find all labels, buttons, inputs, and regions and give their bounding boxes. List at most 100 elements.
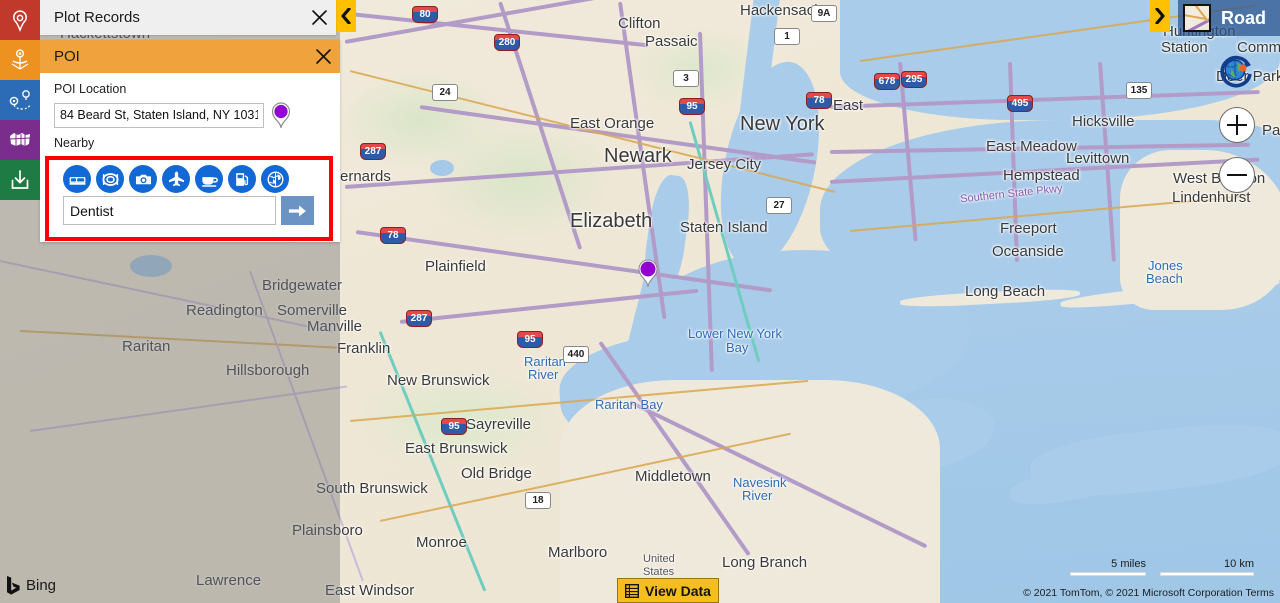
nearby-category-airport[interactable]: [162, 165, 190, 193]
poi-location-label: POI Location: [54, 82, 127, 96]
nearby-category-row: [63, 165, 323, 193]
map-highway-shield: 287: [360, 143, 386, 160]
scale-km-bar: [1160, 572, 1254, 576]
map-highway-shield: 295: [901, 71, 927, 88]
globe-locate-icon: [1220, 55, 1252, 88]
poi-location-input[interactable]: [54, 102, 264, 128]
map-place-label: Plainfield: [425, 258, 486, 275]
camera-icon: [135, 174, 151, 184]
map-highway-shield: 24: [432, 84, 458, 101]
nearby-category-gas-station[interactable]: [228, 165, 256, 193]
arrow-right-icon: [288, 204, 306, 217]
map-place-label: Elizabeth: [570, 210, 653, 232]
plot-records-close-button[interactable]: [302, 1, 336, 35]
nearby-search-highlight-box: [45, 156, 333, 241]
restaurant-icon: [102, 172, 118, 186]
map-highway-shield: 440: [563, 346, 589, 363]
map-place-label: United: [643, 553, 675, 565]
view-data-button[interactable]: View Data: [617, 578, 719, 603]
nearby-search-row: [63, 196, 323, 225]
map-water-label: Lower New York: [688, 326, 782, 341]
map-place-label: Franklin: [337, 340, 391, 357]
bing-logo[interactable]: Bing: [6, 576, 56, 595]
nearby-search-input[interactable]: [63, 196, 276, 225]
map-highway-shield: 80: [412, 6, 438, 23]
map-highway-shield: 9A: [811, 5, 837, 22]
bing-logo-icon: [7, 576, 20, 595]
airplane-icon: [168, 171, 184, 186]
poi-location-marker[interactable]: [637, 258, 659, 288]
map-highway-shield: 495: [1007, 95, 1033, 112]
map-application: Hackensack Clifton Passaic East Orange Newar…: [0, 0, 1280, 603]
nearby-category-attraction[interactable]: [129, 165, 157, 193]
map-place-label: Park: [1262, 122, 1280, 139]
map-place-label: New York: [740, 113, 825, 135]
map-water-label: Raritan Bay: [595, 397, 663, 412]
map-highway-shield: 678: [874, 73, 900, 90]
route-pins-icon: [9, 90, 31, 110]
poi-location-row: [54, 101, 328, 129]
zoom-in-button[interactable]: [1219, 107, 1255, 143]
map-highway-shield: 3: [673, 70, 699, 87]
map-place-label: Middletown: [635, 468, 711, 485]
map-place-label: Passaic: [645, 33, 698, 50]
location-pin-icon: [13, 10, 27, 32]
map-place-label: Newark: [604, 145, 672, 167]
map-place-label: East Brunswick: [405, 440, 508, 457]
map-place-label: Monroe: [416, 534, 467, 551]
view-data-label: View Data: [645, 582, 711, 599]
map-place-label: Long Branch: [722, 554, 808, 571]
map-place-label: Oceanside: [992, 243, 1064, 260]
plot-records-panel: Plot Records: [40, 0, 336, 35]
scale-miles-label: 5 miles: [1111, 558, 1146, 570]
map-style-selector[interactable]: Road: [1178, 0, 1280, 36]
nearby-category-hotel[interactable]: [63, 165, 91, 193]
nearby-category-other[interactable]: [261, 165, 289, 193]
poi-nearby-label: Nearby: [54, 136, 95, 150]
map-place-label: Marlboro: [548, 544, 608, 561]
scale-km: 10 km: [1160, 558, 1254, 576]
map-place-label: Old Bridge: [461, 465, 532, 482]
sidebar-item-download[interactable]: [0, 160, 40, 200]
zoom-out-button[interactable]: [1219, 157, 1255, 193]
map-water-label: River: [742, 488, 773, 503]
sidebar-item-poi[interactable]: [0, 40, 40, 80]
poi-globe-pin-icon: [11, 49, 29, 70]
map-water-label: Beach: [1146, 271, 1183, 286]
poi-close-button[interactable]: [306, 40, 340, 74]
close-icon: [311, 10, 327, 25]
map-place-label: Freeport: [1000, 220, 1057, 237]
map-place-label: East Meadow: [986, 138, 1077, 155]
scale-miles-bar: [1070, 572, 1146, 576]
map-highway-shield: 18: [525, 492, 551, 509]
collapse-panel-button[interactable]: [336, 0, 356, 32]
map-highway-shield: 78: [380, 227, 406, 244]
map-highway-shield: 135: [1126, 82, 1152, 99]
nearby-category-restaurant[interactable]: [96, 165, 124, 193]
map-place-label: Long Beach: [965, 283, 1046, 300]
nearby-category-coffee[interactable]: [195, 165, 223, 193]
map-place-label: East: [833, 97, 864, 114]
purple-map-pin-icon[interactable]: [270, 101, 292, 129]
map-place-label: Levittown: [1066, 150, 1130, 167]
map-place-label: Clifton: [618, 15, 661, 32]
scale-km-label: 10 km: [1224, 558, 1254, 570]
expand-panel-button[interactable]: [1150, 0, 1170, 32]
poi-panel-header: POI: [40, 40, 340, 73]
map-place-label: Hicksville: [1072, 113, 1135, 130]
map-highway-shield: 95: [679, 98, 705, 115]
sidebar-item-plot-records[interactable]: [0, 0, 40, 40]
scale-miles: 5 miles: [1070, 558, 1146, 576]
sidebar-item-territory-map[interactable]: [0, 120, 40, 160]
map-style-label: Road: [1221, 7, 1266, 28]
terms-link[interactable]: Terms: [1245, 587, 1274, 599]
plus-icon: [1227, 115, 1247, 135]
minus-icon: [1227, 165, 1247, 185]
map-place-label: Jersey City: [687, 156, 762, 173]
map-place-label: New Brunswick: [387, 372, 490, 389]
bing-logo-text: Bing: [26, 577, 57, 594]
sidebar-item-route[interactable]: [0, 80, 40, 120]
locate-me-button[interactable]: [1218, 52, 1254, 88]
map-place-label: Hackensack: [740, 2, 822, 19]
nearby-search-submit-button[interactable]: [281, 196, 314, 225]
